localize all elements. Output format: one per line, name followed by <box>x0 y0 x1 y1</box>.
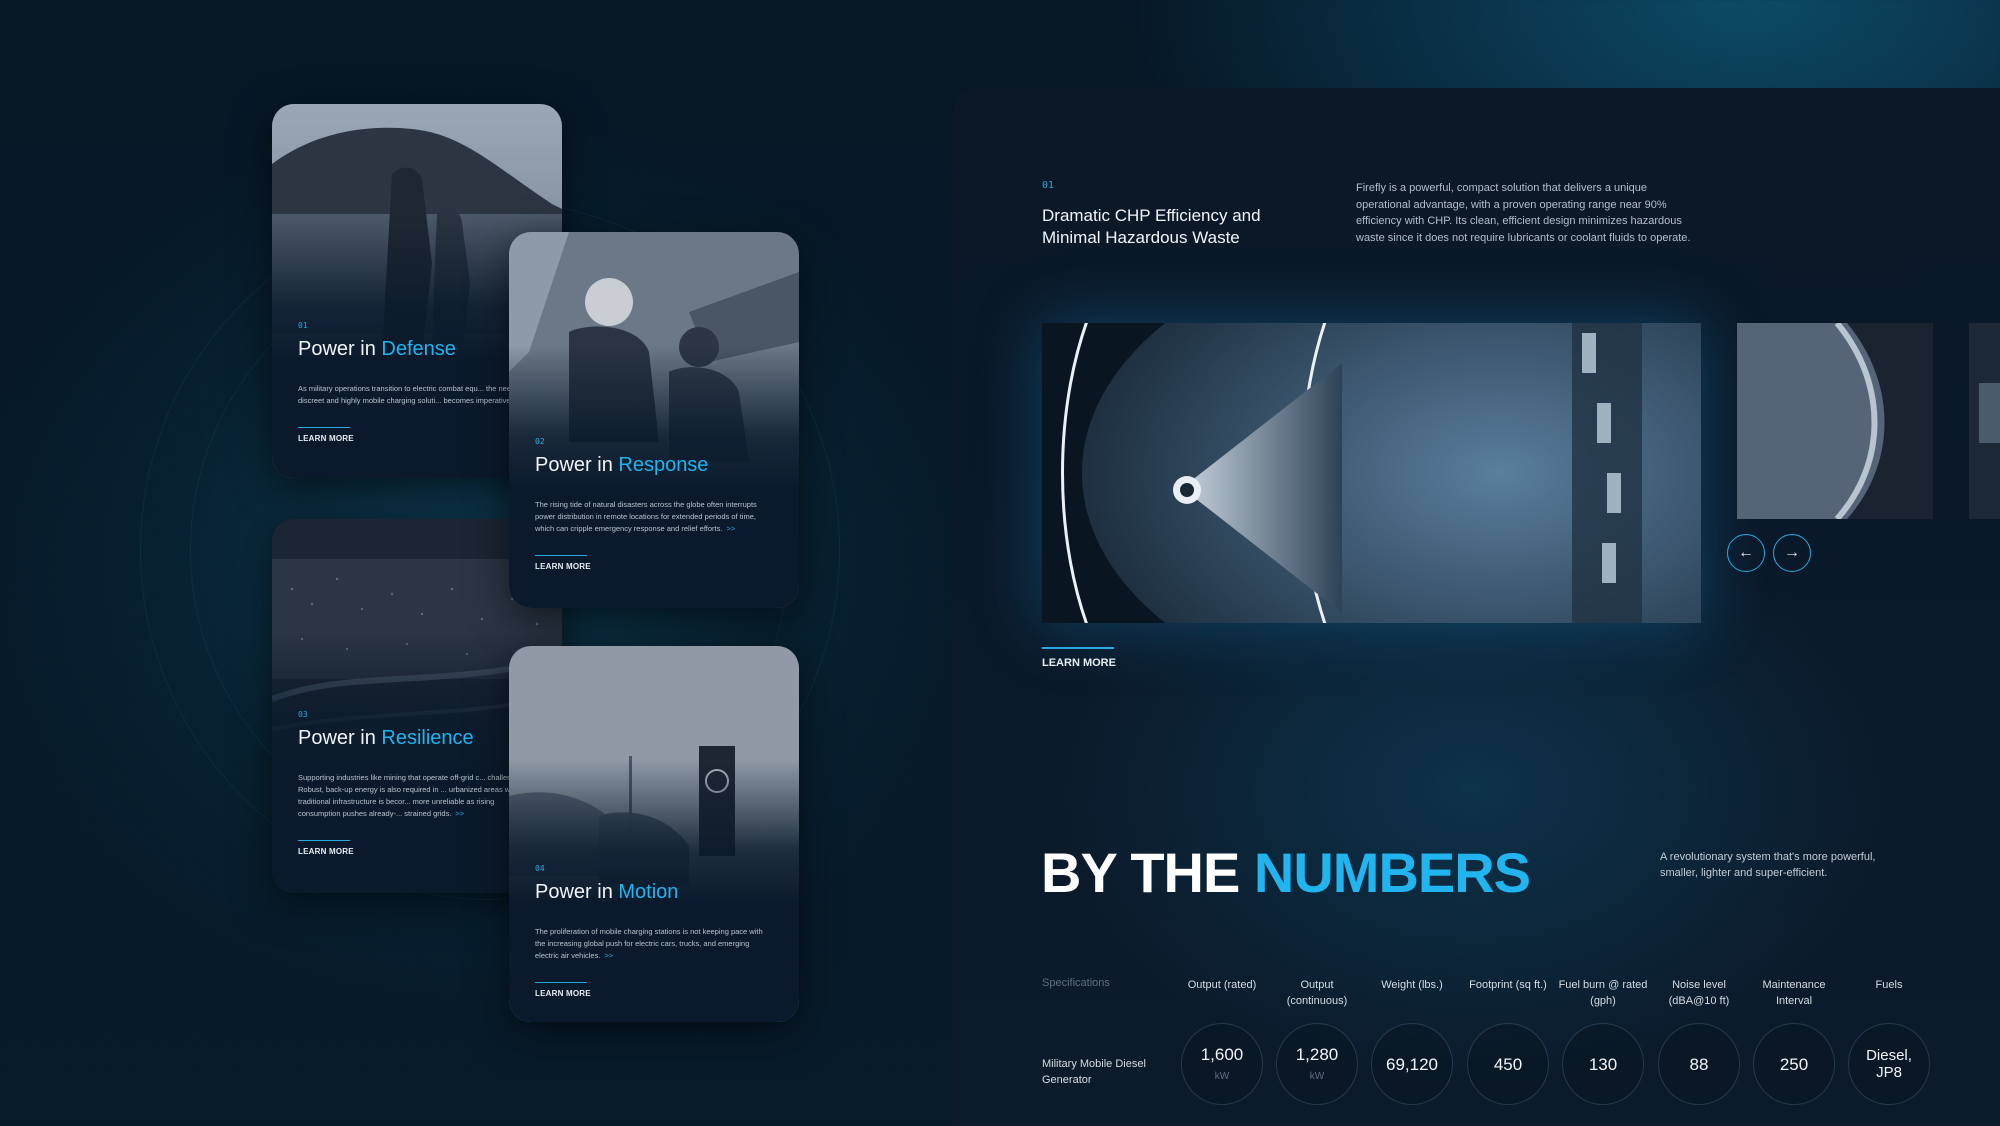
card-description: Supporting industries like mining that o… <box>298 773 528 818</box>
card-motion[interactable]: 04 Power in Motion The proliferation of … <box>509 646 799 1022</box>
spec-value-circle: 1,280 kW <box>1276 1023 1358 1105</box>
card-number: 04 <box>535 864 545 873</box>
card-title: Power in Motion <box>535 881 679 903</box>
spec-value-circle: 69,120 <box>1371 1023 1453 1105</box>
card-title: Power in Resilience <box>298 727 474 749</box>
row-label: Military Mobile Diesel Generator <box>1042 1058 1146 1086</box>
product-panel: 01 Dramatic CHP Efficiency and Minimal H… <box>953 88 2000 1126</box>
spec-value-circle: 1,600 kW <box>1181 1023 1263 1105</box>
spec-unit: kW <box>1214 1071 1230 1082</box>
spec-value: 450 <box>1493 1054 1523 1074</box>
spec-value-circle: 250 <box>1753 1023 1835 1105</box>
card-title: Power in Response <box>535 454 709 476</box>
card-description: As military operations transition to ele… <box>298 384 533 405</box>
section-heading: BY THE NUMBERS <box>1041 841 1531 904</box>
read-more-link[interactable]: >> <box>726 524 735 533</box>
column-header: Maintenance Interval <box>1762 979 1826 1007</box>
learn-more-underline <box>1042 647 1114 649</box>
card-title: Power in Defense <box>298 338 456 360</box>
spec-value-circle: 130 <box>1562 1023 1644 1105</box>
spec-unit: kW <box>1309 1071 1325 1082</box>
feature-title: Dramatic CHP Efficiency and Minimal Haza… <box>1042 206 1261 247</box>
turbine-image[interactable] <box>1042 323 1701 623</box>
learn-more-underline <box>298 427 350 428</box>
column-header: Noise level (dBA@10 ft) <box>1668 979 1730 1007</box>
learn-more-underline <box>298 840 350 841</box>
card-number: 02 <box>535 437 545 446</box>
card-description: The proliferation of mobile charging sta… <box>535 927 763 960</box>
column-header: Fuel burn @ rated (gph) <box>1558 979 1648 1007</box>
spec-value-circle: Diesel, JP8 <box>1848 1023 1930 1105</box>
learn-more-link[interactable]: LEARN MORE <box>535 989 591 998</box>
turbine-thumbnail[interactable] <box>1737 323 1933 519</box>
read-more-link[interactable]: >> <box>455 809 464 818</box>
spec-value: 250 <box>1779 1054 1809 1074</box>
learn-more-link[interactable]: LEARN MORE <box>1042 657 1116 669</box>
learn-more-underline <box>535 982 587 983</box>
prev-arrow-button[interactable]: ← <box>1727 534 1765 572</box>
turbine-thumbnail[interactable] <box>1969 323 2000 519</box>
spec-value-circle: 88 <box>1658 1023 1740 1105</box>
specifications-label: Specifications <box>1042 977 1110 989</box>
spec-value: 130 <box>1588 1054 1618 1074</box>
spec-value: 69,120 <box>1386 1054 1438 1074</box>
column-header: Weight (lbs.) <box>1381 979 1443 991</box>
feature-number: 01 <box>1042 180 1055 191</box>
learn-more-link[interactable]: LEARN MORE <box>535 562 591 571</box>
spec-value: 1,280 <box>1295 1045 1339 1064</box>
spec-value: 1,600 <box>1200 1045 1244 1064</box>
column-header: Fuels <box>1875 979 1903 991</box>
next-arrow-button[interactable]: → <box>1773 534 1811 572</box>
spec-value-circle: 450 <box>1467 1023 1549 1105</box>
card-number: 03 <box>298 710 308 719</box>
feature-description: Firefly is a powerful, compact solution … <box>1356 182 1691 244</box>
spec-value: 88 <box>1689 1054 1709 1074</box>
read-more-link[interactable]: >> <box>604 951 613 960</box>
spec-value: Diesel, JP8 <box>1866 1047 1912 1081</box>
card-response[interactable]: 02 Power in Response The rising tide of … <box>509 232 799 608</box>
column-header: Output (rated) <box>1187 979 1257 991</box>
learn-more-link[interactable]: LEARN MORE <box>298 434 354 443</box>
learn-more-underline <box>535 555 587 556</box>
column-header: Footprint (sq ft.) <box>1469 979 1547 991</box>
section-subheading: A revolutionary system that's more power… <box>1660 851 1876 879</box>
card-description: The rising tide of natural disasters acr… <box>535 500 757 533</box>
card-number: 01 <box>298 321 308 330</box>
column-header: Output (continuous) <box>1286 979 1348 1007</box>
learn-more-link[interactable]: LEARN MORE <box>298 847 354 856</box>
